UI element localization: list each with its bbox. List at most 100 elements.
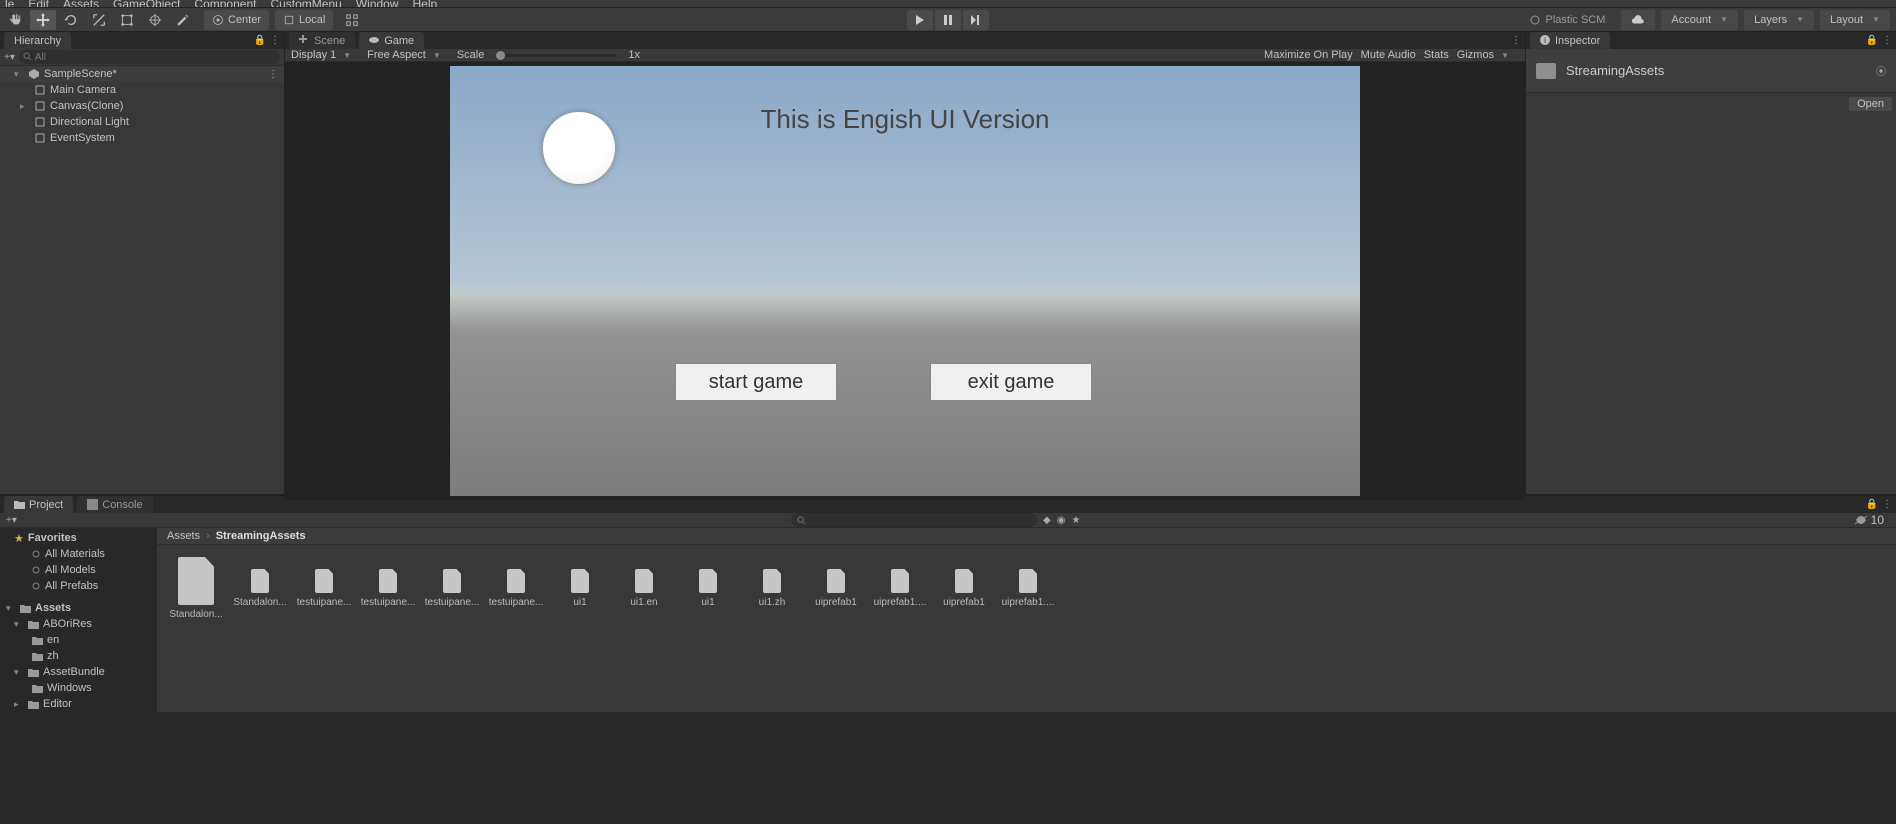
asset-file[interactable]: testuipane... [301,557,347,608]
file-icon [699,569,717,593]
file-icon [891,569,909,593]
layers-dropdown[interactable]: Layers▼ [1744,10,1814,30]
menu-edit[interactable]: Edit [28,0,49,8]
tree-item[interactable]: All Materials [0,546,156,562]
custom-tool[interactable] [170,10,196,30]
filter-icon[interactable]: ◉ [1057,515,1066,526]
tree-item[interactable]: All Models [0,562,156,578]
step-button[interactable] [963,10,989,30]
asset-file[interactable]: ui1.en [621,557,667,608]
help-icon[interactable]: ⦿ [1876,63,1886,78]
assets-root[interactable]: ▾Assets [0,600,156,616]
asset-file[interactable]: uiprefab1 [813,557,859,608]
plastic-scm-button[interactable]: Plastic SCM [1520,10,1616,30]
hierarchy-item[interactable]: Main Camera [0,82,284,98]
play-button[interactable] [907,10,933,30]
layout-dropdown[interactable]: Layout▼ [1820,10,1890,30]
rotate-tool[interactable] [58,10,84,30]
create-dropdown[interactable]: +▾ [4,52,15,63]
filter-icon[interactable]: ◆ [1043,515,1051,526]
lock-icon[interactable]: 🔒 [254,35,266,46]
asset-file[interactable]: ui1 [685,557,731,608]
maximize-toggle[interactable]: Maximize On Play [1264,49,1353,61]
menu-component[interactable]: Component [194,0,256,8]
menu-gameobject[interactable]: GameObject [113,0,180,8]
asset-file[interactable]: Standalon... [173,557,219,620]
tree-item[interactable]: Windows [0,680,156,696]
asset-file[interactable]: ui1 [557,557,603,608]
console-tab[interactable]: Console [77,496,152,513]
menu-icon[interactable]: ⋮ [1882,499,1892,510]
hierarchy-item[interactable]: Directional Light [0,114,284,130]
top-menu: le Edit Assets GameObject Component Cust… [0,0,1896,8]
tree-item[interactable]: zh [0,648,156,664]
gizmos-dropdown[interactable]: Gizmos▼ [1457,49,1519,61]
account-dropdown[interactable]: Account▼ [1661,10,1738,30]
gameobject-icon [34,132,46,144]
favorite-icon[interactable]: ★ [1071,515,1080,526]
space-toggle[interactable]: Local [275,10,333,30]
scene-tab[interactable]: Scene [289,32,355,49]
inspector-tab[interactable]: iInspector [1530,32,1610,49]
hierarchy-item[interactable]: EventSystem [0,130,284,146]
pivot-toggle[interactable]: Center [204,10,269,30]
project-tree: ★Favorites All Materials All Models All … [0,528,157,712]
tree-item[interactable]: All Prefabs [0,578,156,594]
rect-tool[interactable] [114,10,140,30]
tree-item[interactable]: ▸Editor [0,696,156,712]
lock-icon[interactable]: 🔒 [1866,499,1878,510]
hierarchy-tab[interactable]: Hierarchy [4,32,71,49]
asset-file[interactable]: testuipane... [429,557,475,608]
breadcrumb-item[interactable]: Assets [167,530,200,542]
aspect-dropdown[interactable]: Free Aspect▼ [367,49,451,61]
start-game-button[interactable]: start game [675,363,837,401]
menu-help[interactable]: Help [413,0,438,8]
hierarchy-item[interactable]: ▸Canvas(Clone) [0,98,284,114]
menu-icon[interactable]: ⋮ [1882,35,1892,46]
menu-icon[interactable]: ⋮ [270,35,280,46]
menu-assets[interactable]: Assets [63,0,99,8]
hierarchy-search[interactable]: All [19,50,280,64]
project-tab[interactable]: Project [4,496,73,513]
asset-label: ui1 [679,597,737,608]
context-icon[interactable]: ⋮ [268,69,284,80]
breadcrumb-current[interactable]: StreamingAssets [216,530,306,542]
create-dropdown[interactable]: +▾ [6,515,17,526]
asset-file[interactable]: Standalon... [237,557,283,608]
menu-window[interactable]: Window [356,0,399,8]
mute-toggle[interactable]: Mute Audio [1361,49,1416,61]
menu-file[interactable]: le [5,0,14,8]
open-button[interactable]: Open [1849,97,1892,111]
asset-file[interactable]: testuipane... [493,557,539,608]
transform-tool[interactable] [142,10,168,30]
asset-file[interactable]: uiprefab1.... [877,557,923,608]
hierarchy-scene[interactable]: ▾SampleScene*⋮ [0,66,284,82]
move-tool[interactable] [30,10,56,30]
folder-icon [20,604,31,613]
gameobject-icon [34,84,46,96]
lock-icon[interactable]: 🔒 [1866,35,1878,46]
scale-tool[interactable] [86,10,112,30]
asset-file[interactable]: uiprefab1 [941,557,987,608]
exit-game-button[interactable]: exit game [930,363,1092,401]
asset-file[interactable]: ui1.zh [749,557,795,608]
file-icon [763,569,781,593]
asset-file[interactable]: uiprefab1.... [1005,557,1051,608]
hand-tool[interactable] [2,10,28,30]
game-tab[interactable]: Game [359,32,424,49]
snap-toggle[interactable] [339,10,365,30]
favorites-section[interactable]: ★Favorites [0,530,156,546]
display-dropdown[interactable]: Display 1▼ [291,49,361,61]
pause-button[interactable] [935,10,961,30]
project-search[interactable] [791,513,1037,527]
tree-item[interactable]: en [0,632,156,648]
stats-toggle[interactable]: Stats [1424,49,1449,61]
game-viewport[interactable]: This is Engish UI Version start game exi… [450,66,1360,496]
scale-slider[interactable] [496,54,616,57]
tree-item[interactable]: ▾AssetBundle [0,664,156,680]
menu-icon[interactable]: ⋮ [1511,35,1521,46]
menu-custommenu[interactable]: CustomMenu [270,0,341,8]
cloud-button[interactable] [1621,10,1655,30]
tree-item[interactable]: ▾ABOriRes [0,616,156,632]
asset-file[interactable]: testuipane... [365,557,411,608]
